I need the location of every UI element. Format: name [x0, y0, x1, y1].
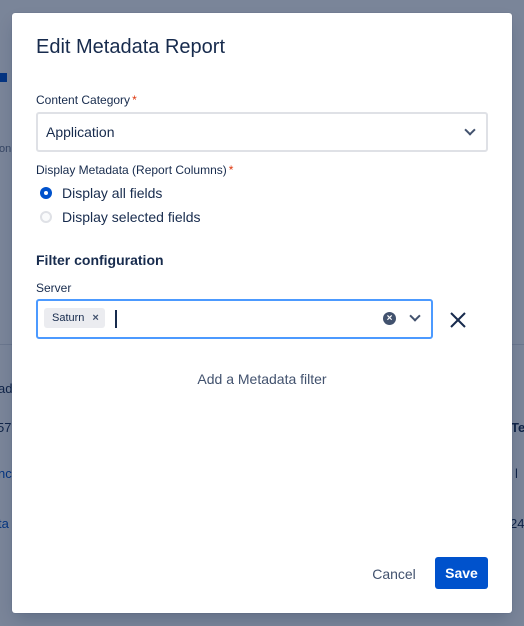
- server-multiselect[interactable]: Saturn × ×: [36, 299, 433, 339]
- cancel-button[interactable]: Cancel: [358, 558, 430, 590]
- content-category-select[interactable]: Application: [36, 112, 488, 152]
- dialog-title: Edit Metadata Report: [36, 36, 225, 58]
- content-category-label: Content Category *: [36, 93, 137, 107]
- clear-selection-icon[interactable]: ×: [383, 312, 396, 325]
- display-metadata-label: Display Metadata (Report Columns) *: [36, 163, 233, 177]
- required-marker: *: [228, 163, 234, 177]
- tag-remove-icon[interactable]: ×: [92, 312, 98, 324]
- radio-label: Display selected fields: [62, 209, 201, 225]
- save-button[interactable]: Save: [435, 557, 488, 589]
- required-marker: *: [132, 93, 137, 107]
- tag-label: Saturn: [52, 312, 85, 324]
- edit-metadata-report-dialog: Edit Metadata Report Content Category * A…: [12, 13, 512, 613]
- radio-checked-icon[interactable]: [40, 187, 52, 199]
- add-metadata-filter-button[interactable]: Add a Metadata filter: [172, 371, 352, 387]
- display-metadata-label-text: Display Metadata (Report Columns): [36, 163, 227, 177]
- radio-unchecked-icon[interactable]: [40, 211, 52, 223]
- content-category-label-text: Content Category: [36, 93, 131, 107]
- server-label: Server: [36, 281, 72, 295]
- remove-filter-icon[interactable]: [448, 310, 468, 330]
- chevron-down-icon[interactable]: [464, 124, 476, 136]
- chevron-down-icon[interactable]: [409, 310, 421, 322]
- text-cursor: [115, 310, 117, 328]
- server-tag-saturn: Saturn ×: [44, 308, 105, 328]
- radio-label: Display all fields: [62, 185, 163, 201]
- radio-display-all-fields[interactable]: Display all fields: [40, 184, 162, 202]
- content-category-value: Application: [46, 124, 115, 140]
- radio-display-selected-fields[interactable]: Display selected fields: [40, 208, 201, 226]
- filter-configuration-heading: Filter configuration: [36, 252, 164, 268]
